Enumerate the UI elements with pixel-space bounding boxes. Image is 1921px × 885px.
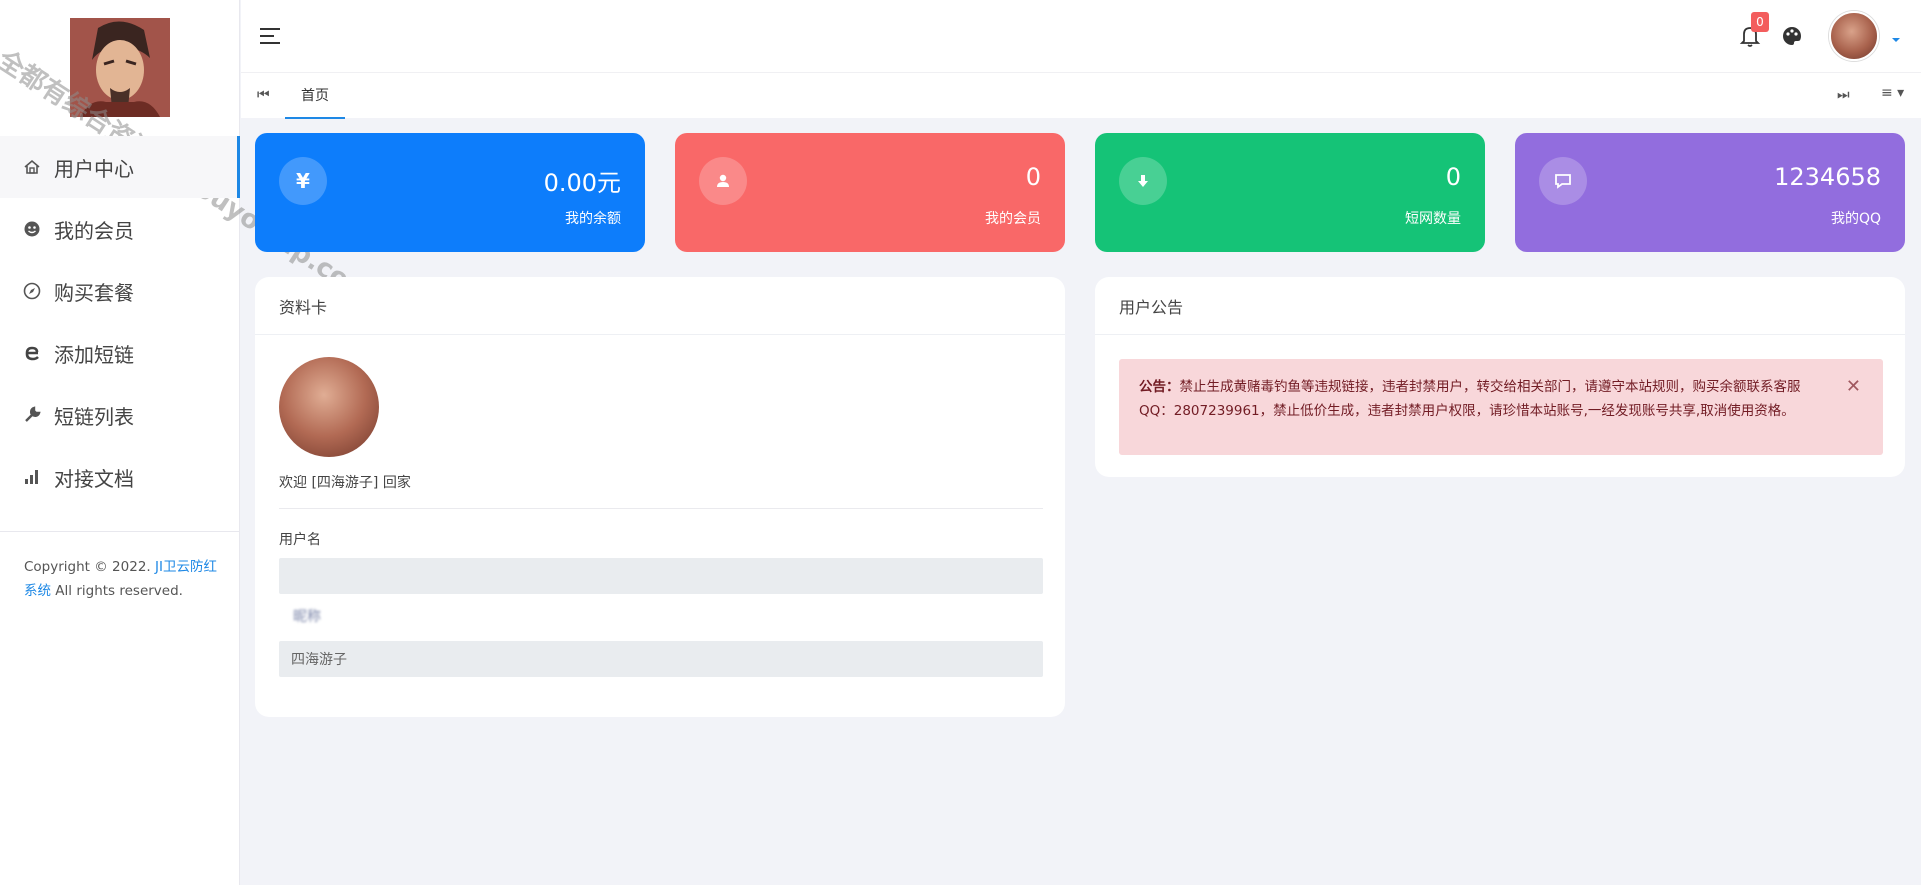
username-field[interactable] xyxy=(279,558,1043,594)
compass-icon xyxy=(22,281,42,301)
stat-label: 我的QQ xyxy=(1830,211,1881,227)
palette-icon[interactable] xyxy=(1781,25,1803,47)
nickname-field[interactable]: 四海游子 xyxy=(279,641,1043,677)
profile-card: 资料卡 欢迎 [四海游子] 回家 用户名 昵称 四海游子 xyxy=(255,277,1065,717)
sidebar-item-label: 短链列表 xyxy=(54,404,134,429)
sidebar-item-label: 添加短链 xyxy=(54,342,134,367)
user-avatar[interactable] xyxy=(1829,11,1879,61)
tab-home[interactable]: 首页 xyxy=(285,73,345,119)
stat-card-balance: ¥ 0.00元 我的余额 xyxy=(255,133,645,252)
stat-card-shortlinks: 0 短网数量 xyxy=(1095,133,1485,252)
sidebar-item-shortlink-list[interactable]: 短链列表 xyxy=(0,384,240,446)
sidebar-item-my-members[interactable]: 我的会员 xyxy=(0,198,240,260)
logo-avatar[interactable] xyxy=(70,18,170,117)
bar-chart-icon xyxy=(22,467,42,487)
wrench-icon xyxy=(22,405,42,425)
username-label: 用户名 xyxy=(279,532,321,548)
first-page-icon[interactable]: ⏮ xyxy=(257,87,270,103)
close-icon[interactable]: ✕ xyxy=(1846,375,1861,399)
sidebar-item-label: 对接文档 xyxy=(54,466,134,491)
sidebar-divider xyxy=(0,531,240,532)
sidebar-item-api-docs[interactable]: 对接文档 xyxy=(0,446,240,508)
stat-card-qq: 1234658 我的QQ xyxy=(1515,133,1905,252)
copyright: Copyright © 2022. JI卫云防红系统 All rights re… xyxy=(24,555,224,603)
download-icon xyxy=(1119,157,1167,205)
sidebar-item-add-shortlink[interactable]: 添加短链 xyxy=(0,322,240,384)
stat-label: 我的会员 xyxy=(985,211,1041,227)
edge-icon xyxy=(22,343,42,363)
home-icon xyxy=(22,157,42,177)
announcement-prefix: 公告： xyxy=(1139,379,1180,395)
smiley-icon xyxy=(22,219,42,239)
last-page-icon[interactable]: ⏭ xyxy=(1837,87,1850,103)
sidebar-item-buy-package[interactable]: 购买套餐 xyxy=(0,260,240,322)
announcement-title: 用户公告 xyxy=(1095,277,1905,335)
profile-divider xyxy=(279,508,1043,509)
stat-value: 0 xyxy=(1025,163,1041,191)
sidebar-nav: 用户中心 我的会员 购买套餐 添加短链 短链列表 对接文档 xyxy=(0,136,240,508)
announcement-alert: 公告：禁止生成黄赌毒钓鱼等违规链接，违者封禁用户，转交给相关部门，请遵守本站规则… xyxy=(1119,359,1883,455)
top-header: 0 xyxy=(241,0,1921,72)
nickname-label: 昵称 xyxy=(293,609,321,625)
chat-icon xyxy=(1539,157,1587,205)
sidebar-item-label: 我的会员 xyxy=(54,218,134,243)
tab-menu-icon[interactable]: ≡ ▾ xyxy=(1881,85,1904,101)
user-icon xyxy=(699,157,747,205)
sidebar-item-label: 购买套餐 xyxy=(54,280,134,305)
chevron-down-icon[interactable] xyxy=(1891,30,1901,42)
copyright-prefix: Copyright © 2022. xyxy=(24,559,155,575)
announcement-text: 禁止生成黄赌毒钓鱼等违规链接，违者封禁用户，转交给相关部门，请遵守本站规则，购买… xyxy=(1139,379,1801,419)
stat-label: 短网数量 xyxy=(1405,211,1461,227)
sidebar: 全都有综合资源网 douyouvip.com 用户中心 我的会员 购买套餐 添加… xyxy=(0,0,377,885)
profile-card-title: 资料卡 xyxy=(255,277,1065,335)
stat-card-members: 0 我的会员 xyxy=(675,133,1065,252)
stat-value: 0.00元 xyxy=(543,169,621,197)
profile-avatar xyxy=(279,357,379,457)
hamburger-icon[interactable] xyxy=(259,25,281,47)
sidebar-item-label: 用户中心 xyxy=(54,156,134,181)
welcome-text: 欢迎 [四海游子] 回家 xyxy=(279,475,411,491)
stat-value: 0 xyxy=(1445,163,1461,191)
yen-icon: ¥ xyxy=(279,157,327,205)
copyright-suffix: All rights reserved. xyxy=(51,583,183,599)
stat-label: 我的余额 xyxy=(565,211,621,227)
sidebar-item-user-center[interactable]: 用户中心 xyxy=(0,136,240,198)
portrait-image xyxy=(70,18,170,117)
stat-value: 1234658 xyxy=(1774,163,1881,191)
announcement-card: 用户公告 公告：禁止生成黄赌毒钓鱼等违规链接，违者封禁用户，转交给相关部门，请遵… xyxy=(1095,277,1905,477)
tab-bar: ⏮ 首页 ⏭ ≡ ▾ xyxy=(241,72,1921,119)
notification-badge: 0 xyxy=(1751,12,1769,32)
